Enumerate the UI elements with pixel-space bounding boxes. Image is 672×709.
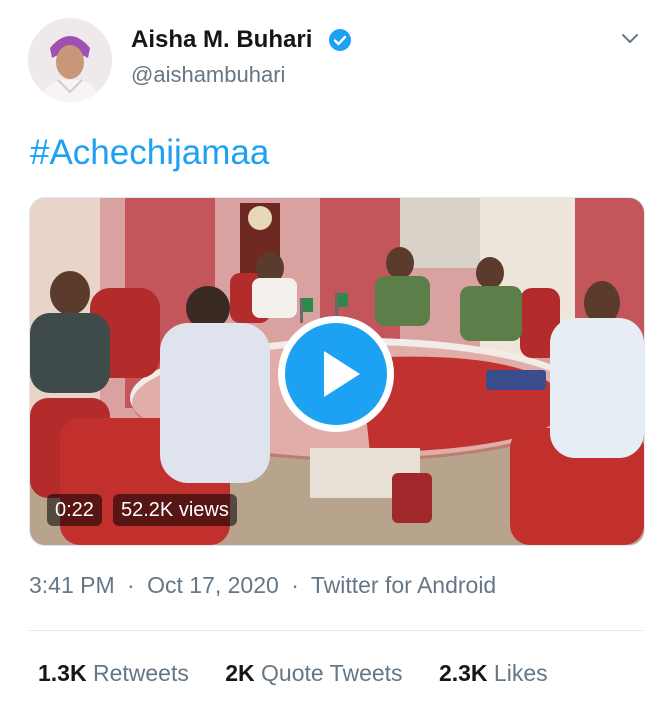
avatar[interactable] (28, 18, 112, 102)
quote-tweets-stat[interactable]: 2K Quote Tweets (225, 660, 409, 686)
tweet-source[interactable]: Twitter for Android (311, 572, 496, 598)
likes-stat[interactable]: 2.3K Likes (439, 660, 548, 686)
likes-label: Likes (493, 660, 548, 686)
chevron-down-icon[interactable] (620, 28, 640, 48)
verified-badge-icon (329, 29, 351, 51)
play-icon[interactable] (275, 313, 397, 435)
author-handle[interactable]: @aishambuhari (131, 62, 285, 88)
quote-tweets-count: 2K (225, 660, 255, 686)
likes-count: 2.3K (438, 660, 488, 686)
meta-separator: · (127, 572, 135, 598)
meta-separator: · (291, 572, 299, 598)
retweets-label: Retweets (92, 660, 189, 686)
tweet-stats: 1.3K Retweets 2K Quote Tweets 2.3K Likes (38, 660, 578, 687)
tweet-time[interactable]: 3:41 PM (29, 572, 115, 598)
author-name[interactable]: Aisha M. Buhari (131, 26, 312, 54)
tweet-date[interactable]: Oct 17, 2020 (147, 572, 279, 598)
divider (29, 630, 643, 631)
retweets-count: 1.3K (38, 660, 87, 686)
retweets-stat[interactable]: 1.3K Retweets (38, 660, 195, 686)
quote-tweets-label: Quote Tweets (261, 660, 403, 686)
avatar-image (28, 18, 112, 102)
hashtag-link[interactable]: #Achechijamaa (30, 133, 269, 173)
video-view-count: 52.2K views (113, 494, 237, 526)
video-duration: 0:22 (47, 494, 102, 526)
tweet-meta: 3:41 PM · Oct 17, 2020 · Twitter for And… (29, 572, 496, 599)
